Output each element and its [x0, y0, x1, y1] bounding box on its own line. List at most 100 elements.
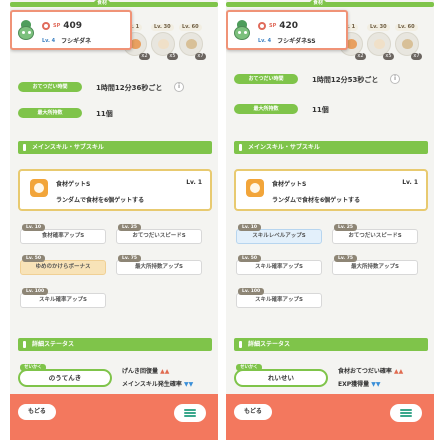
sub-skill-3[interactable]: ゆめのかけらボーナス Lv. 50 [20, 255, 106, 279]
back-button[interactable]: もどる [18, 404, 56, 420]
stat-up-label: 食材おてつだい確率 [338, 368, 392, 375]
menu-button[interactable] [390, 404, 422, 422]
sub-skill-name: 食材確率アップS [20, 229, 106, 244]
ingredient-slot-3[interactable]: Lv. 60 x7 [392, 24, 422, 62]
main-skill-level: Lv. 1 [402, 179, 418, 186]
nature-label: せいかく [20, 364, 46, 371]
strength-label: SP [53, 23, 61, 29]
sub-skill-level: Lv. 100 [22, 288, 49, 295]
help-time-value: 1時間12分53秒ごと [312, 76, 379, 84]
stat-down-label: EXP獲得量 [338, 381, 370, 388]
main-skill-level: Lv. 1 [186, 179, 202, 186]
ingredient-quantity: x7 [411, 53, 422, 60]
sub-skill-name: スキル確率アップS [236, 260, 322, 275]
sub-skill-name: スキル確率アップS [20, 293, 106, 308]
sub-skill-2[interactable]: おてつだいスピードS Lv. 25 [332, 224, 418, 248]
pokemon-name: フシギダネSS [277, 38, 316, 45]
name-row: Lv. 4 フシギダネSS [258, 36, 316, 46]
nature-label: せいかく [236, 364, 262, 371]
carry-limit-label: 最大所持数 [18, 108, 82, 118]
ingredient-slot-2[interactable]: Lv. 30 x5 [148, 24, 178, 62]
strength-value: 420 [279, 21, 299, 31]
strength-row: SP 409 [42, 21, 82, 31]
skill-section-header: メインスキル・サブスキル [234, 141, 428, 154]
sub-skill-1[interactable]: スキルレベルアップS Lv. 10 [236, 224, 322, 248]
stat-down-label: メインスキル発生確率 [122, 381, 182, 388]
sub-skill-level: Lv. 50 [238, 255, 261, 262]
pokemon-detail-panel-left: 食材 Lv. 1 x2 Lv. 30 x5 Lv. 60 x7 SP 409 L… [10, 0, 218, 440]
strip-header [226, 2, 434, 7]
sub-skill-level: Lv. 25 [334, 224, 357, 231]
carry-limit-label: 最大所持数 [234, 104, 298, 114]
strength-label: SP [269, 23, 277, 29]
sub-skill-level: Lv. 75 [334, 255, 357, 262]
ingredient-skill-icon [30, 179, 48, 197]
stat-down-line: EXP獲得量 ▼▼ [338, 379, 380, 388]
comparison-screenshot: 食材 Lv. 1 x2 Lv. 30 x5 Lv. 60 x7 SP 409 L… [0, 0, 440, 440]
sub-skill-2[interactable]: おてつだいスピードS Lv. 25 [116, 224, 202, 248]
menu-button[interactable] [174, 404, 206, 422]
strip-header [10, 2, 218, 7]
arrow-down-icon: ▼▼ [183, 381, 194, 388]
main-skill-description: ランダムで食材を6個ゲットする [272, 197, 361, 204]
nature-pill[interactable]: れいせい [234, 369, 328, 387]
name-row: Lv. 4 フシギダネ [42, 36, 92, 46]
pokemon-level: Lv. 4 [42, 37, 56, 44]
main-skill-description: ランダムで食材を6個ゲットする [56, 197, 145, 204]
arrow-up-icon: ▲▲ [160, 368, 170, 375]
help-time-label: おてつだい時間 [234, 74, 298, 84]
sub-skill-3[interactable]: スキル確率アップS Lv. 50 [236, 255, 322, 279]
stat-down-line: メインスキル発生確率 ▼▼ [122, 379, 193, 388]
stat-up-line: げんき回復量 ▲▲ [122, 366, 169, 375]
sub-skill-level: Lv. 10 [22, 224, 45, 231]
sub-skill-level: Lv. 100 [238, 288, 265, 295]
ingredient-level: Lv. 30 [151, 24, 174, 31]
main-skill-box[interactable]: 食材ゲットS Lv. 1 ランダムで食材を6個ゲットする [234, 169, 428, 211]
arrow-up-icon: ▲▲ [393, 368, 404, 375]
sub-skill-level: Lv. 25 [118, 224, 141, 231]
strength-icon [258, 22, 266, 30]
sub-skill-level: Lv. 75 [118, 255, 141, 262]
ingredient-level: Lv. 60 [395, 24, 418, 31]
carry-limit-value: 11個 [312, 106, 329, 114]
strength-value: 409 [63, 21, 83, 31]
ingredient-quantity: x7 [195, 53, 206, 60]
detail-section-header: 詳細ステータス [18, 338, 212, 351]
sub-skill-5[interactable]: スキル確率アップS Lv. 100 [236, 288, 322, 312]
pokemon-level: Lv. 4 [258, 37, 272, 44]
strength-row: SP 420 [258, 21, 298, 31]
info-icon[interactable]: i [174, 82, 184, 92]
main-skill-box[interactable]: 食材ゲットS Lv. 1 ランダムで食材を6個ゲットする [18, 169, 212, 211]
main-skill-name: 食材ゲットS [56, 181, 91, 188]
ingredient-level: Lv. 30 [367, 24, 390, 31]
sub-skill-name: 最大所持数アップS [116, 260, 202, 275]
back-button[interactable]: もどる [234, 404, 272, 420]
info-icon[interactable]: i [390, 74, 400, 84]
bulbasaur-icon [16, 20, 36, 42]
skill-section-header: メインスキル・サブスキル [18, 141, 212, 154]
sub-skill-name: おてつだいスピードS [332, 229, 418, 244]
sub-skill-1[interactable]: 食材確率アップS Lv. 10 [20, 224, 106, 248]
sub-skill-5[interactable]: スキル確率アップS Lv. 100 [20, 288, 106, 312]
sub-skill-level: Lv. 50 [22, 255, 45, 262]
ingredient-slot-2[interactable]: Lv. 30 x5 [364, 24, 394, 62]
sub-skill-4[interactable]: 最大所持数アップS Lv. 75 [332, 255, 418, 279]
nature-pill[interactable]: のうてんき [18, 369, 112, 387]
pokemon-card[interactable]: SP 420 Lv. 4 フシギダネSS [226, 10, 348, 50]
help-time-label: おてつだい時間 [18, 82, 82, 92]
detail-section-header: 詳細ステータス [234, 338, 428, 351]
sub-skill-level: Lv. 10 [238, 224, 261, 231]
ingredient-slot-3[interactable]: Lv. 60 x7 [176, 24, 206, 62]
pokemon-card[interactable]: SP 409 Lv. 4 フシギダネ [10, 10, 132, 50]
arrow-down-icon: ▼▼ [371, 381, 381, 388]
strength-icon [42, 22, 50, 30]
bottom-bar: もどる [226, 394, 434, 440]
bulbasaur-icon [232, 20, 252, 42]
ingredient-skill-icon [246, 179, 264, 197]
menu-icon [184, 409, 196, 411]
bottom-bar: もどる [10, 394, 218, 440]
pokemon-name: フシギダネ [61, 38, 92, 45]
pokemon-detail-panel-right: 食材 Lv. 1 x2 Lv. 30 x5 Lv. 60 x7 SP 420 L… [226, 0, 434, 440]
menu-icon [400, 409, 412, 411]
sub-skill-4[interactable]: 最大所持数アップS Lv. 75 [116, 255, 202, 279]
